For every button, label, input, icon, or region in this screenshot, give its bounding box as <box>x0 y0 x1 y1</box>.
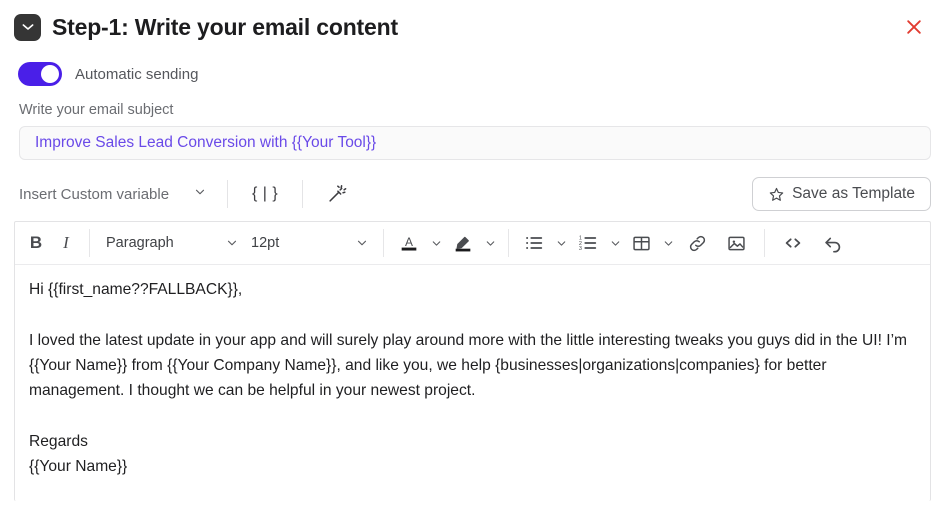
image-icon[interactable] <box>717 228 756 258</box>
chevron-down-icon <box>193 185 207 203</box>
code-icon[interactable] <box>773 228 813 258</box>
toolbar-divider <box>89 229 90 257</box>
toolbar-divider <box>508 229 509 257</box>
dialog-header: Step-1: Write your email content <box>0 0 947 46</box>
subject-section: Write your email subject Improve Sales L… <box>0 88 947 160</box>
chevron-down-icon <box>355 236 369 250</box>
email-body-editor[interactable]: Hi {{first_name??FALLBACK}}, I loved the… <box>15 265 930 501</box>
editor-toolbar: B I Paragraph 12pt A 1 2 3 <box>15 222 930 265</box>
magic-wand-icon[interactable] <box>323 180 351 208</box>
body-signoff: Regards <box>29 432 88 450</box>
link-icon[interactable] <box>678 228 717 258</box>
paragraph-style-value: Paragraph <box>106 235 174 251</box>
subject-input[interactable]: Improve Sales Lead Conversion with {{You… <box>19 126 931 160</box>
save-as-template-button[interactable]: Save as Template <box>752 177 931 211</box>
page-title: Step-1: Write your email content <box>52 13 398 40</box>
font-size-value: 12pt <box>251 235 280 251</box>
body-paragraph: I loved the latest update in your app an… <box>29 331 908 400</box>
table-group <box>625 228 678 258</box>
bold-button[interactable]: B <box>21 228 51 258</box>
automatic-sending-toggle[interactable] <box>18 62 62 86</box>
star-icon <box>768 186 785 203</box>
subject-label: Write your email subject <box>19 102 174 118</box>
toolbar-divider <box>764 229 765 257</box>
numbered-list-icon[interactable]: 1 2 3 <box>571 228 605 258</box>
svg-text:3: 3 <box>579 246 582 252</box>
text-color-icon[interactable]: A <box>392 228 426 258</box>
svg-text:A: A <box>405 235 413 249</box>
table-icon[interactable] <box>625 228 658 258</box>
bullet-list-icon[interactable] <box>517 228 551 258</box>
toolbar-divider <box>227 180 229 208</box>
insert-custom-variable-label: Insert Custom variable <box>19 185 170 203</box>
text-color-group: A <box>392 228 446 258</box>
undo-icon[interactable] <box>813 228 853 258</box>
toolbar-divider <box>383 229 384 257</box>
highlight-color-icon[interactable] <box>446 228 480 258</box>
bullet-list-group <box>517 228 571 258</box>
chevron-down-icon[interactable] <box>480 237 500 250</box>
chevron-down-icon <box>225 236 239 250</box>
close-icon[interactable] <box>899 12 929 42</box>
numbered-list-group: 1 2 3 <box>571 228 625 258</box>
paragraph-style-dropdown[interactable]: Paragraph <box>100 228 245 258</box>
chevron-down-icon[interactable] <box>658 237 678 250</box>
chevron-down-icon[interactable] <box>605 237 625 250</box>
spintax-icon[interactable]: { | } <box>248 180 282 208</box>
highlight-color-group <box>446 228 500 258</box>
automatic-sending-row: Automatic sending <box>0 46 947 88</box>
envelope-icon <box>14 13 41 41</box>
save-as-template-label: Save as Template <box>792 185 915 202</box>
toggle-knob <box>41 65 59 83</box>
body-signature: {{Your Name}} <box>29 457 128 475</box>
chevron-down-icon[interactable] <box>551 237 571 250</box>
automatic-sending-label: Automatic sending <box>75 65 199 83</box>
email-editor: B I Paragraph 12pt A 1 2 3 Hi {{first_na… <box>14 221 931 501</box>
insert-custom-variable-dropdown[interactable]: Insert Custom variable <box>19 185 207 203</box>
variable-toolbar: Insert Custom variable { | } Save as Tem… <box>0 160 947 212</box>
body-greeting: Hi {{first_name??FALLBACK}}, <box>29 281 243 298</box>
chevron-down-icon[interactable] <box>426 237 446 250</box>
font-size-dropdown[interactable]: 12pt <box>245 228 375 258</box>
toolbar-divider <box>302 180 304 208</box>
italic-button[interactable]: I <box>51 228 81 258</box>
